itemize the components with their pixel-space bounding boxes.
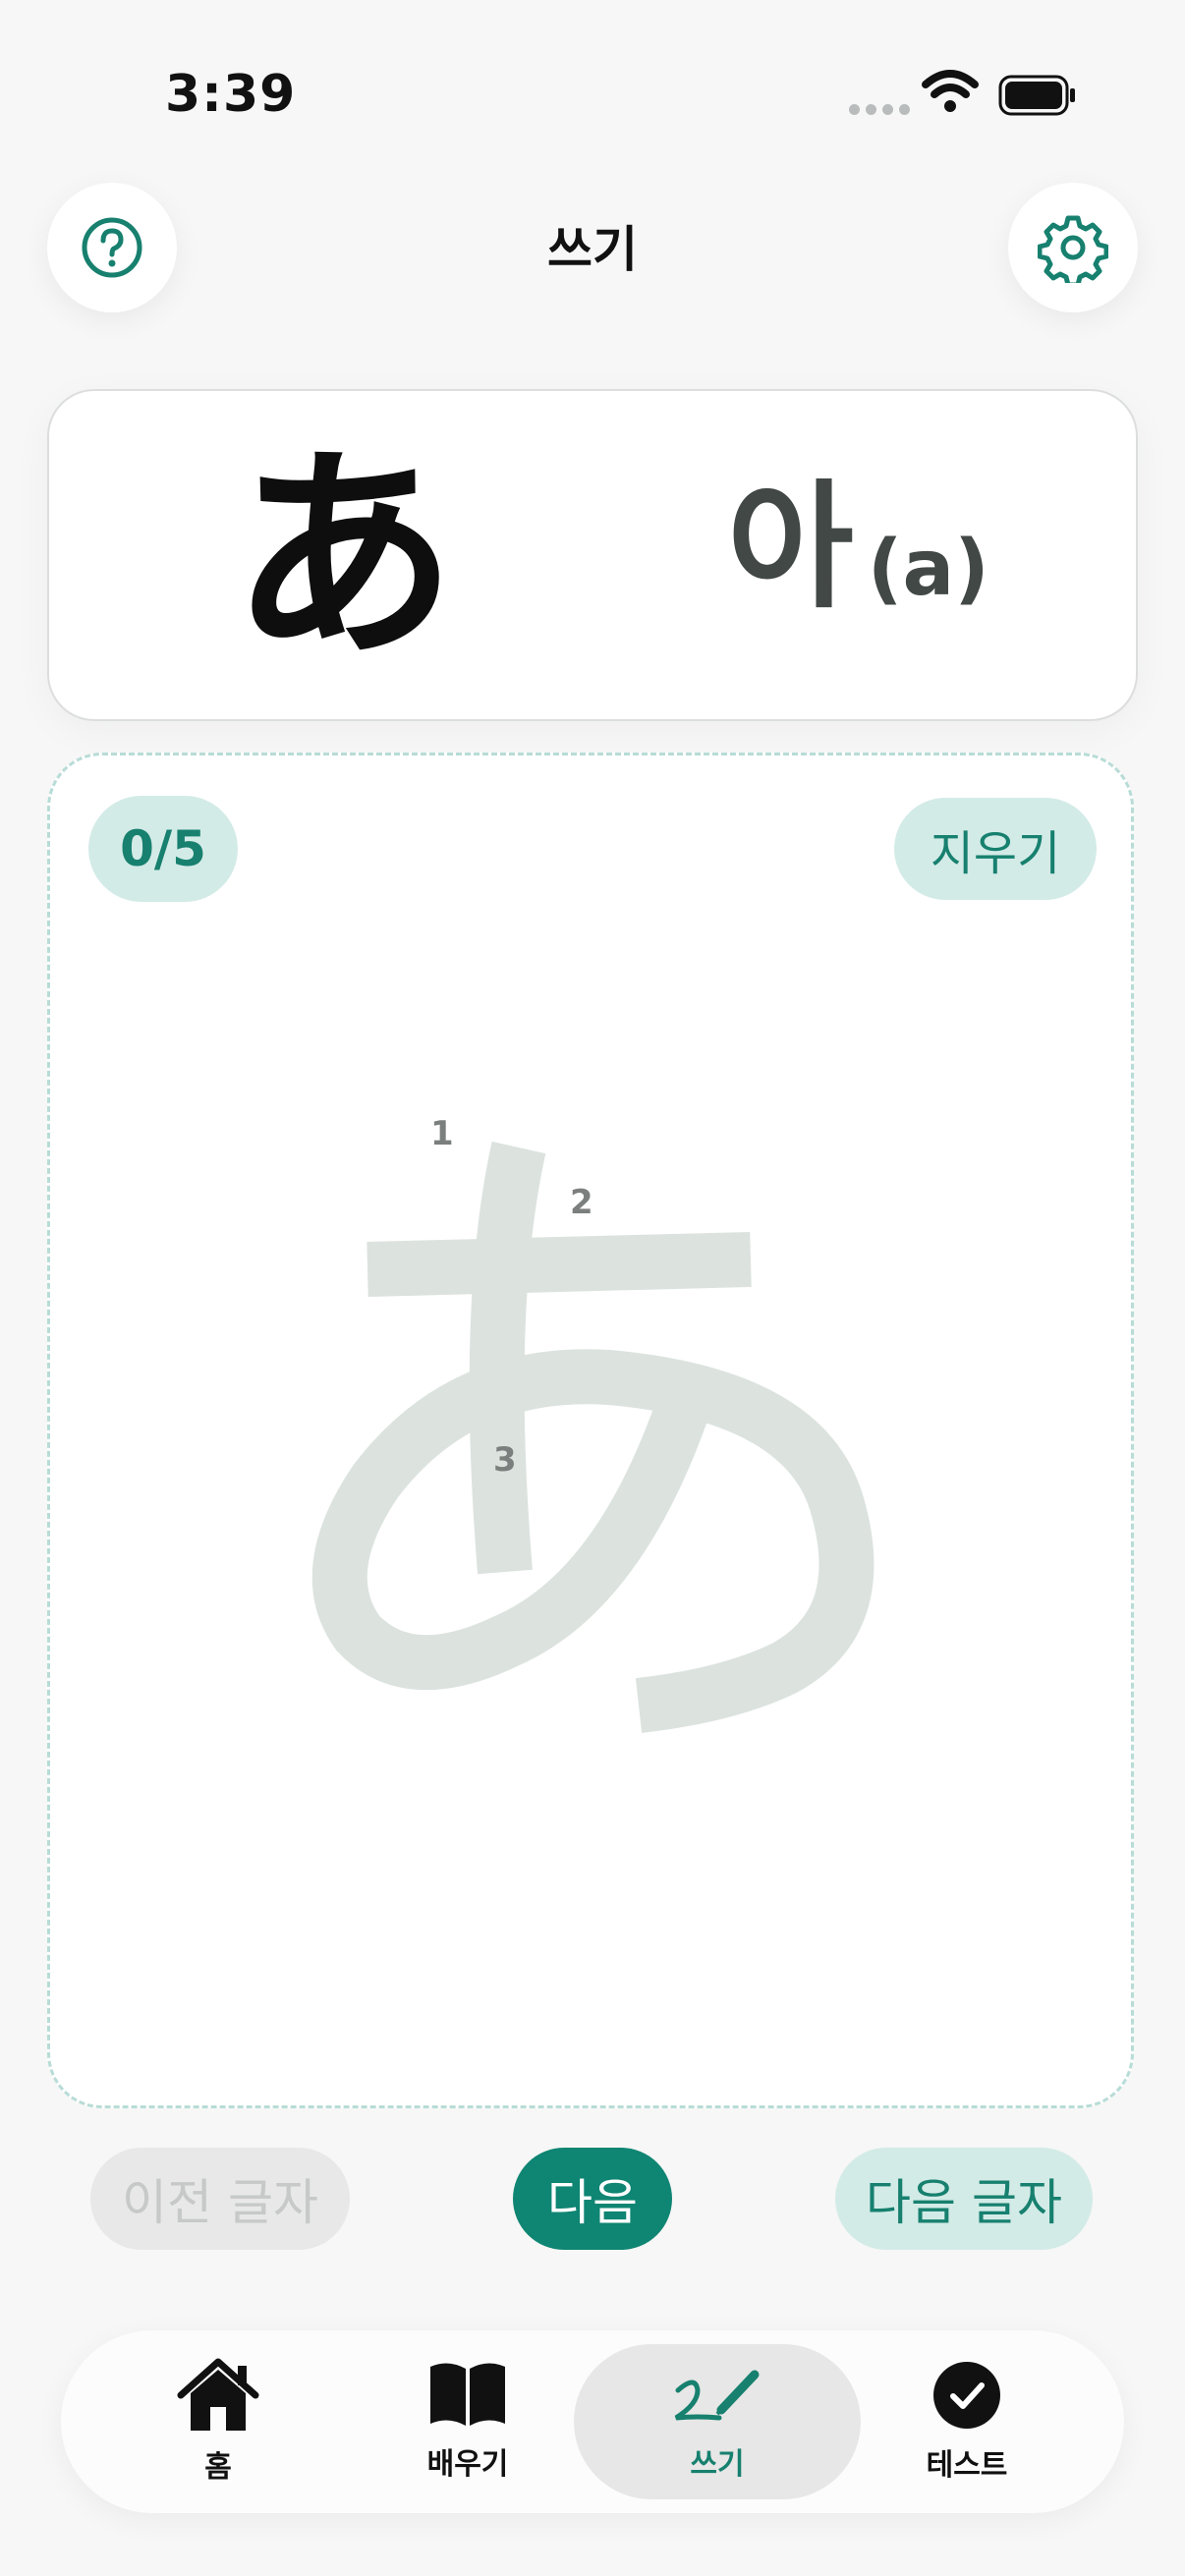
reading-hangul: 아	[727, 468, 854, 628]
tab-label: 테스트	[926, 2448, 1008, 2483]
pen-icon	[674, 2370, 760, 2421]
gear-icon	[1038, 215, 1108, 283]
house-icon	[177, 2358, 259, 2431]
next-button[interactable]: 다음	[513, 2148, 672, 2250]
stroke-number: 3	[493, 1440, 517, 1480]
tab-label: 홈	[204, 2450, 232, 2485]
clear-button[interactable]: 지우기	[894, 798, 1097, 900]
stroke-number: 2	[570, 1183, 593, 1222]
progress-badge: 0/5	[88, 796, 238, 902]
tab-home[interactable]: 홈	[75, 2344, 362, 2499]
check-circle-icon	[933, 2362, 1000, 2429]
signal-dots-icon	[849, 104, 910, 115]
card-kana: あ	[230, 426, 457, 689]
writing-canvas[interactable]	[47, 753, 1134, 2108]
tab-label: 배우기	[426, 2447, 509, 2482]
wifi-icon	[922, 70, 979, 112]
settings-button[interactable]	[1008, 183, 1138, 312]
tab-learn[interactable]: 배우기	[324, 2344, 611, 2499]
previous-character-button[interactable]: 이전 글자	[90, 2148, 350, 2250]
next-character-button[interactable]: 다음 글자	[835, 2148, 1093, 2250]
stroke-number: 1	[430, 1114, 454, 1153]
card-reading: 아 (a)	[727, 470, 989, 647]
tab-test[interactable]: 테스트	[823, 2344, 1110, 2499]
tab-write[interactable]: 쓰기	[574, 2344, 861, 2499]
reading-romaji: (a)	[867, 525, 989, 613]
book-icon	[430, 2363, 505, 2426]
status-time: 3:39	[165, 65, 297, 124]
character-card: あ 아 (a)	[47, 389, 1138, 721]
battery-icon	[998, 75, 1075, 116]
tab-label: 쓰기	[690, 2447, 745, 2482]
